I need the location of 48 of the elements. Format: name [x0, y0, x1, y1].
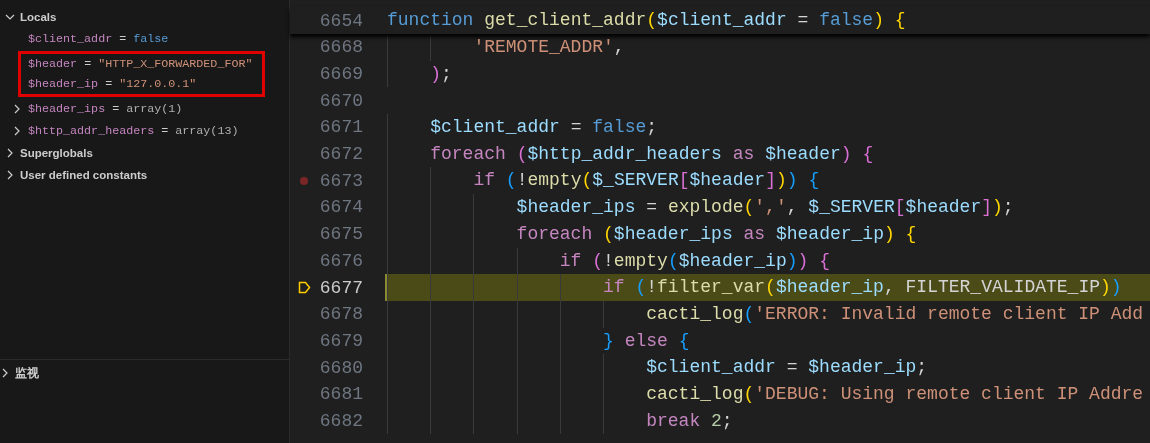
line-number: 6671	[318, 117, 363, 138]
line-number: 6680	[318, 357, 363, 378]
line-number: 6673	[318, 170, 363, 191]
chevron-icon	[12, 126, 22, 136]
tree-section-header[interactable]: 监视	[0, 362, 43, 384]
code-line: cacti_log('DEBUG: Using remote client IP Addre	[646, 382, 1144, 406]
code-line: function get_client_addr($client_addr = false) {	[387, 9, 906, 33]
tree-section-header[interactable]: User defined constants	[0, 164, 152, 186]
breakpoint-icon[interactable]	[300, 176, 308, 185]
variable-row[interactable]: $header_ip = "127.0.0.1"	[21, 74, 201, 94]
variable-row[interactable]: $client_addr = false	[0, 28, 173, 50]
code-line: if (!filter_var($header_ip, FILTER_VALIDATE_IP))	[603, 276, 1122, 300]
line-number: 6682	[318, 410, 363, 431]
line-number: 6654	[318, 10, 363, 31]
line-number: 6674	[318, 197, 363, 218]
chevron-icon	[5, 170, 15, 180]
chevron-icon	[5, 148, 15, 158]
line-number: 6669	[318, 64, 363, 85]
chevron-icon	[12, 104, 22, 114]
line-number: 6676	[318, 250, 363, 271]
tree-section-header[interactable]: Locals	[0, 6, 61, 28]
chevron-icon	[0, 368, 10, 378]
line-number: 6678	[318, 304, 363, 325]
code-line: if (!empty($_SERVER[$header])) {	[473, 169, 820, 193]
code-line: break 2;	[646, 409, 733, 433]
line-number: 6670	[318, 90, 363, 111]
code-line: foreach ($http_addr_headers as $header) {	[430, 142, 874, 166]
code-line: $client_addr = $header_ip;	[646, 356, 928, 380]
code-line: $header_ips = explode(',', $_SERVER[$header]);	[516, 196, 1014, 220]
code-line: } else {	[603, 329, 690, 353]
variable-row[interactable]: $http_addr_headers = array(13)	[0, 120, 243, 142]
code-line: );	[430, 62, 452, 86]
variable-row[interactable]: $header_ips = array(1)	[0, 98, 187, 120]
line-number: 6668	[318, 37, 363, 58]
code-line: $client_addr = false;	[430, 116, 658, 140]
line-number: 6677	[318, 277, 363, 298]
code-line: if (!empty($header_ip)) {	[559, 249, 830, 273]
line-number: 6681	[318, 384, 363, 405]
line-number: 6675	[318, 224, 363, 245]
code-line: foreach ($header_ips as $header_ip) {	[516, 222, 917, 246]
code-line: 'REMOTE_ADDR',	[473, 36, 625, 59]
line-number: 6679	[318, 330, 363, 351]
tree-section-header[interactable]: Superglobals	[0, 142, 97, 164]
code-line: cacti_log('ERROR: Invalid remote client IP Add	[646, 302, 1144, 326]
line-number: 6672	[318, 144, 363, 165]
chevron-icon	[5, 12, 15, 22]
debug-arrow-icon	[297, 281, 311, 295]
variable-row[interactable]: $header = "HTTP_X_FORWARDED_FOR"	[21, 54, 257, 74]
